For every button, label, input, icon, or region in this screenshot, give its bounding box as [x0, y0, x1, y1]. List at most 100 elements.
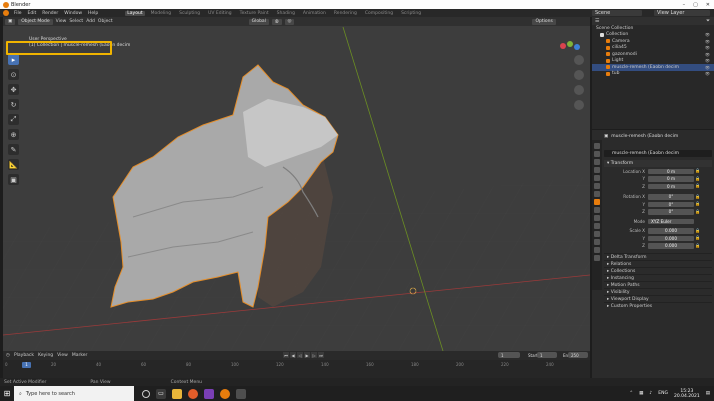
visibility-eye-icon[interactable]: 👁 — [705, 45, 710, 50]
object-mode-dropdown[interactable]: Object Mode — [18, 18, 53, 25]
app-purple-icon[interactable] — [204, 388, 214, 399]
next-key-icon[interactable]: ▷ — [311, 352, 317, 358]
blender-menu-icon[interactable] — [3, 10, 9, 16]
transform-orientation-dropdown[interactable]: Global — [248, 18, 269, 25]
prev-key-icon[interactable]: ◀ — [290, 352, 296, 358]
workspace-tab-sculpting[interactable]: Sculpting — [177, 11, 202, 16]
workspace-tab-scripting[interactable]: Scripting — [399, 11, 423, 16]
rotation-mode-dropdown[interactable]: XYZ Euler — [648, 218, 694, 224]
lock-icon[interactable]: 🔒 — [694, 183, 702, 189]
output-tab-icon[interactable] — [594, 159, 600, 165]
particles-tab-icon[interactable] — [594, 215, 600, 221]
ortho-grid-icon[interactable] — [574, 100, 584, 110]
menu-help[interactable]: Help — [87, 11, 99, 16]
menu-edit[interactable]: Edit — [27, 11, 38, 16]
annotate-icon[interactable]: ✎ — [8, 144, 19, 155]
workspace-tab-animation[interactable]: Animation — [301, 11, 328, 16]
taskbar-clock[interactable]: 15:23 20.04.2021 — [674, 389, 700, 399]
camera-view-icon[interactable] — [574, 85, 584, 95]
network-icon[interactable]: ▦ — [639, 391, 643, 396]
physics-tab-icon[interactable] — [594, 223, 600, 229]
modifier-tab-icon[interactable] — [594, 207, 600, 213]
collections-panel[interactable]: ▸ Collections — [604, 267, 712, 274]
viewport-menu-view[interactable]: View — [56, 19, 67, 24]
workspace-tab-modeling[interactable]: Modeling — [149, 11, 173, 16]
timeline-editor-icon[interactable]: ◷ — [6, 353, 10, 358]
filter-icon[interactable]: ⏷ — [706, 18, 710, 24]
firefox-icon[interactable] — [188, 388, 198, 399]
viewport-display-panel[interactable]: ▸ Viewport Display — [604, 295, 712, 302]
cortana-icon[interactable] — [142, 389, 150, 398]
menu-keying[interactable]: Keying — [38, 353, 53, 358]
play-icon[interactable]: ▶ — [304, 352, 310, 358]
instancing-panel[interactable]: ▸ Instancing — [604, 274, 712, 281]
scale-z-field[interactable]: 0.000 — [648, 243, 694, 249]
task-view-icon[interactable]: ▭ — [156, 388, 166, 399]
file-explorer-icon[interactable] — [172, 388, 182, 399]
blender-taskbar-icon[interactable] — [220, 388, 230, 399]
constraints-tab-icon[interactable] — [594, 231, 600, 237]
scale-icon[interactable]: ⤢ — [8, 114, 19, 125]
workspace-tab-texture-paint[interactable]: Texture Paint — [238, 11, 271, 16]
viewport-canvas[interactable] — [3, 17, 590, 351]
language-indicator[interactable]: ENG — [658, 391, 668, 396]
maximize-icon[interactable]: ▢ — [693, 2, 698, 8]
scale-y-field[interactable]: 0.000 — [648, 235, 694, 241]
location-x-field[interactable]: 0 m — [648, 168, 694, 174]
orientation-gizmo[interactable] — [555, 39, 585, 53]
texture-tab-icon[interactable] — [594, 255, 600, 261]
workspace-tab-layout[interactable]: Layout — [125, 10, 145, 16]
taskbar-search-box[interactable]: ⌕ Type here to search — [14, 386, 134, 401]
editor-type-button[interactable]: ▣ — [5, 18, 16, 25]
material-tab-icon[interactable] — [594, 247, 600, 253]
end-frame-field[interactable]: 250 — [568, 352, 588, 358]
menu-marker[interactable]: Marker — [72, 353, 88, 358]
menu-window[interactable]: Window — [63, 11, 83, 16]
rotation-y-field[interactable]: 0° — [648, 201, 694, 207]
scene-selector[interactable]: Scene — [592, 10, 642, 16]
tool-tab-icon[interactable] — [594, 143, 600, 149]
rotation-z-field[interactable]: 0° — [648, 209, 694, 215]
object-tab-icon[interactable] — [594, 199, 600, 205]
outliner-item-tub[interactable]: tub 👁 — [592, 71, 714, 78]
volume-icon[interactable]: ♪ — [649, 391, 652, 396]
lock-icon[interactable]: 🔒 — [694, 176, 702, 182]
lock-icon[interactable]: 🔒 — [694, 243, 702, 249]
tray-chevron-icon[interactable]: ⌃ — [629, 391, 633, 396]
menu-view[interactable]: View — [57, 353, 68, 358]
data-tab-icon[interactable] — [594, 239, 600, 245]
visibility-eye-icon[interactable]: 👁 — [705, 58, 710, 63]
visibility-panel[interactable]: ▸ Visibility — [604, 288, 712, 295]
workspace-tab-compositing[interactable]: Compositing — [363, 11, 395, 16]
transform-icon[interactable]: ⊕ — [8, 129, 19, 140]
world-tab-icon[interactable] — [594, 183, 600, 189]
location-z-field[interactable]: 0 m — [648, 183, 694, 189]
zoom-icon[interactable] — [574, 55, 584, 65]
measure-icon[interactable]: 📐 — [8, 159, 19, 170]
lock-icon[interactable]: 🔒 — [694, 168, 702, 174]
lock-icon[interactable]: 🔒 — [694, 194, 702, 200]
visibility-eye-icon[interactable]: 👁 — [705, 32, 710, 37]
jump-start-icon[interactable]: ⏮ — [283, 352, 289, 358]
add-cube-icon[interactable]: ▣ — [8, 174, 19, 185]
cursor-icon[interactable]: ⊙ — [8, 69, 19, 80]
jump-end-icon[interactable]: ⏭ — [318, 352, 324, 358]
rotate-icon[interactable]: ↻ — [8, 99, 19, 110]
menu-file[interactable]: File — [13, 11, 23, 16]
render-tab-icon[interactable] — [594, 151, 600, 157]
scene-tab-icon[interactable] — [594, 175, 600, 181]
viewport-menu-object[interactable]: Object — [98, 19, 113, 24]
location-y-field[interactable]: 0 m — [648, 176, 694, 182]
custom-properties-panel[interactable]: ▸ Custom Properties — [604, 302, 712, 309]
lock-icon[interactable]: 🔒 — [694, 201, 702, 207]
3d-viewport[interactable]: ▣ Object Mode View Select Add Object Glo… — [3, 17, 590, 351]
workspace-tab-rendering[interactable]: Rendering — [332, 11, 359, 16]
select-box-icon[interactable]: ▸ — [8, 54, 19, 65]
delta-transform-subpanel[interactable]: ▸ Delta Transform — [604, 253, 712, 260]
lock-icon[interactable]: 🔒 — [694, 209, 702, 215]
visibility-eye-icon[interactable]: 👁 — [705, 39, 710, 44]
outliner-editor-icon[interactable]: ☰ — [595, 18, 599, 24]
minimize-icon[interactable]: – — [683, 2, 686, 8]
scale-x-field[interactable]: 0.000 — [648, 228, 694, 234]
options-dropdown[interactable]: Options — [532, 18, 556, 25]
